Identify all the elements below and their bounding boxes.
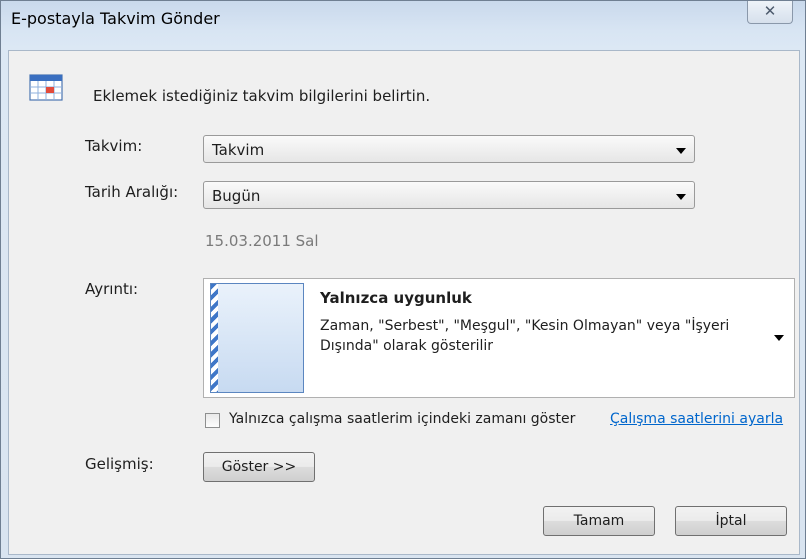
calendar-select-value: Takvim	[212, 141, 265, 159]
dialog-body: Eklemek istediğiniz takvim bilgilerini b…	[8, 50, 800, 555]
cancel-button[interactable]: İptal	[675, 506, 787, 536]
intro-text: Eklemek istediğiniz takvim bilgilerini b…	[93, 87, 431, 105]
detail-option-title: Yalnızca uygunluk	[320, 289, 472, 307]
date-range-label: Tarih Aralığı:	[85, 183, 179, 201]
calendar-label: Takvim:	[85, 137, 143, 155]
close-icon: ✕	[763, 2, 777, 20]
date-range-select-value: Bugün	[212, 187, 261, 205]
show-advanced-button-label: Göster >>	[221, 459, 297, 475]
working-hours-checkbox-label[interactable]: Yalnızca çalışma saatlerim içindeki zama…	[229, 411, 575, 427]
cancel-button-label: İptal	[715, 513, 747, 529]
ok-button[interactable]: Tamam	[543, 506, 655, 536]
chevron-down-icon	[774, 335, 784, 341]
detail-select[interactable]: Yalnızca uygunluk Zaman, "Serbest", "Meş…	[203, 278, 795, 398]
working-hours-settings-link[interactable]: Çalışma saatlerini ayarla	[610, 411, 783, 427]
calendar-icon	[29, 74, 63, 101]
date-range-select[interactable]: Bugün	[203, 181, 695, 209]
detail-label: Ayrıntı:	[85, 280, 139, 298]
dialog-window: E-postayla Takvim Gönder ✕ Eklemek isted…	[0, 0, 806, 559]
chevron-down-icon	[676, 194, 686, 200]
availability-stripe	[211, 284, 218, 392]
working-hours-checkbox[interactable]	[205, 413, 220, 428]
show-advanced-button[interactable]: Göster >>	[203, 452, 315, 482]
close-button[interactable]: ✕	[747, 1, 793, 24]
availability-preview-image	[210, 283, 304, 393]
date-display: 15.03.2011 Sal	[205, 232, 319, 250]
chevron-down-icon	[676, 148, 686, 154]
detail-option-description: Zaman, "Serbest", "Meşgul", "Kesin Olmay…	[320, 318, 730, 354]
dialog-title: E-postayla Takvim Gönder	[11, 9, 220, 28]
ok-button-label: Tamam	[573, 513, 625, 529]
calendar-select[interactable]: Takvim	[203, 135, 695, 163]
advanced-label: Gelişmiş:	[85, 455, 154, 473]
